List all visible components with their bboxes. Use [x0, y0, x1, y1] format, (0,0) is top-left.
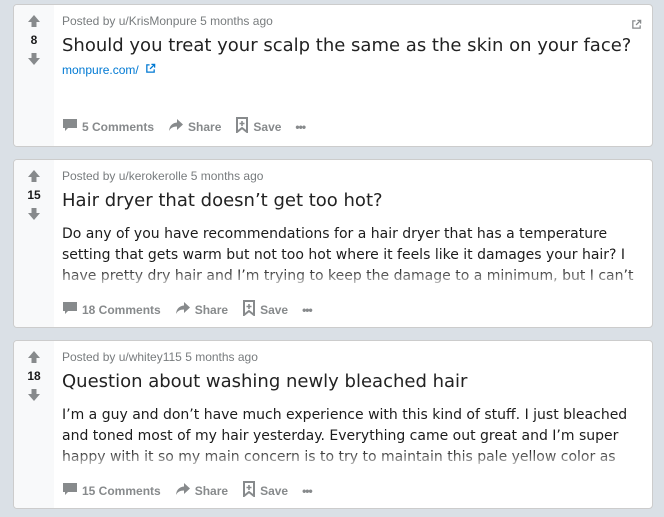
vote-score: 15 — [27, 188, 41, 202]
downvote-icon[interactable] — [26, 387, 42, 403]
post-body: Posted by u/whitey115 5 months ago Quest… — [54, 341, 652, 508]
share-label: Share — [194, 483, 229, 498]
external-link-icon[interactable] — [631, 17, 642, 35]
upvote-icon[interactable] — [26, 13, 42, 29]
save-label: Save — [260, 483, 289, 498]
save-label: Save — [253, 119, 282, 134]
post-actions: 5 Comments Share Save ••• — [62, 113, 319, 140]
post-card[interactable]: 8 Posted by u/KrisMonpure 5 months ago S… — [13, 4, 653, 147]
bookmark-icon — [242, 481, 256, 500]
share-icon — [175, 301, 191, 318]
save-label: Save — [260, 302, 289, 317]
share-button[interactable]: Share — [175, 478, 234, 503]
save-button[interactable]: Save — [242, 477, 294, 504]
post-link[interactable]: monpure.com/ — [62, 63, 644, 77]
comments-label: 5 Comments — [82, 119, 155, 134]
more-options-button[interactable]: ••• — [302, 480, 318, 502]
vote-column: 8 — [14, 5, 54, 146]
bookmark-icon — [242, 300, 256, 319]
more-options-button[interactable]: ••• — [295, 116, 311, 138]
upvote-icon[interactable] — [26, 168, 42, 184]
post-card[interactable]: 18 Posted by u/whitey115 5 months ago Qu… — [13, 340, 653, 509]
more-icon: ••• — [302, 483, 313, 498]
post-actions: 18 Comments Share Save ••• — [62, 296, 326, 323]
post-meta[interactable]: Posted by u/kerokerolle 5 months ago — [62, 168, 644, 184]
comment-icon — [62, 301, 78, 318]
post-title[interactable]: Hair dryer that doesn’t get too hot? — [62, 188, 644, 214]
upvote-icon[interactable] — [26, 349, 42, 365]
post-title[interactable]: Should you treat your scalp the same as … — [62, 33, 644, 59]
post-title[interactable]: Question about washing newly bleached ha… — [62, 369, 644, 395]
downvote-icon[interactable] — [26, 206, 42, 222]
post-text-preview[interactable]: Do any of you have recommendations for a… — [62, 224, 644, 287]
comments-button[interactable]: 18 Comments — [62, 297, 167, 322]
post-card[interactable]: 15 Posted by u/kerokerolle 5 months ago … — [13, 159, 653, 328]
share-icon — [175, 482, 191, 499]
vote-column: 15 — [14, 160, 54, 327]
post-meta[interactable]: Posted by u/KrisMonpure 5 months ago — [62, 13, 644, 29]
share-button[interactable]: Share — [168, 114, 227, 139]
post-actions: 15 Comments Share Save ••• — [62, 477, 326, 504]
post-body: Posted by u/kerokerolle 5 months ago Hai… — [54, 160, 652, 327]
post-text-preview[interactable]: I’m a guy and don’t have much experience… — [62, 405, 644, 468]
comment-icon — [62, 482, 78, 499]
comment-icon — [62, 118, 78, 135]
more-icon: ••• — [295, 119, 306, 134]
comments-label: 18 Comments — [82, 302, 161, 317]
share-label: Share — [194, 302, 229, 317]
bookmark-icon — [235, 117, 249, 136]
post-meta[interactable]: Posted by u/whitey115 5 months ago — [62, 349, 644, 365]
more-options-button[interactable]: ••• — [302, 299, 318, 321]
share-label: Share — [188, 119, 222, 134]
vote-score: 8 — [30, 33, 38, 47]
comments-button[interactable]: 5 Comments — [62, 114, 160, 139]
share-button[interactable]: Share — [175, 297, 234, 322]
comments-label: 15 Comments — [82, 483, 161, 498]
save-button[interactable]: Save — [242, 296, 294, 323]
external-link-icon — [145, 63, 156, 77]
vote-column: 18 — [14, 341, 54, 508]
comments-button[interactable]: 15 Comments — [62, 478, 167, 503]
post-link-text[interactable]: monpure.com/ — [62, 63, 139, 77]
save-button[interactable]: Save — [235, 113, 287, 140]
share-icon — [168, 118, 184, 135]
post-body: Posted by u/KrisMonpure 5 months ago Sho… — [54, 5, 652, 146]
downvote-icon[interactable] — [26, 51, 42, 67]
vote-score: 18 — [27, 369, 41, 383]
more-icon: ••• — [302, 302, 313, 317]
